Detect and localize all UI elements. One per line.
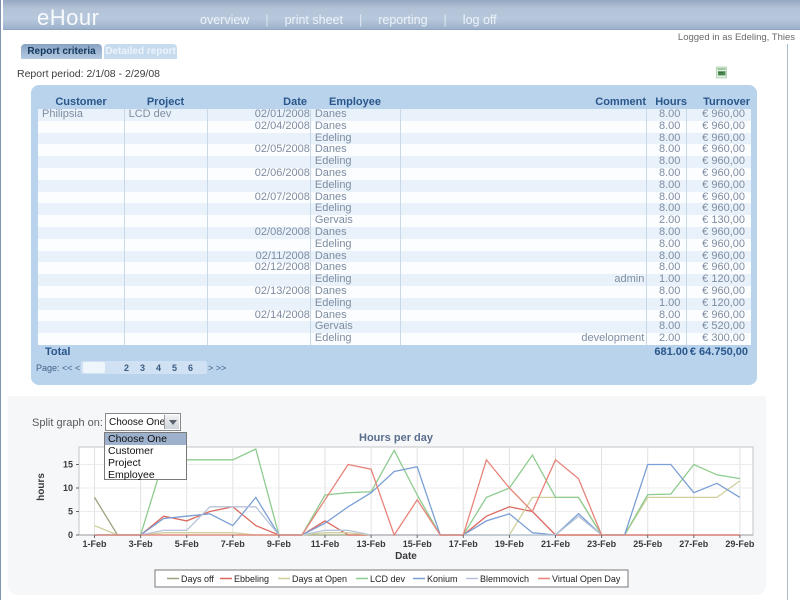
svg-text:Virtual Open Day: Virtual Open Day — [552, 574, 621, 584]
svg-text:LCD dev: LCD dev — [370, 574, 406, 584]
svg-text:15: 15 — [63, 460, 73, 470]
svg-text:hours: hours — [36, 473, 47, 501]
svg-text:1-Feb: 1-Feb — [82, 539, 107, 549]
svg-text:19-Feb: 19-Feb — [495, 539, 525, 549]
svg-text:25-Feb: 25-Feb — [633, 539, 663, 549]
svg-text:23-Feb: 23-Feb — [587, 539, 617, 549]
svg-text:Hours per day: Hours per day — [359, 432, 434, 444]
svg-text:Ebbeling: Ebbeling — [234, 574, 269, 584]
svg-text:Days at Open: Days at Open — [292, 574, 347, 584]
svg-text:29-Feb: 29-Feb — [725, 539, 755, 549]
svg-text:Days off: Days off — [181, 574, 214, 584]
svg-text:3-Feb: 3-Feb — [129, 539, 154, 549]
svg-text:11-Feb: 11-Feb — [311, 539, 340, 549]
svg-text:0: 0 — [68, 530, 73, 540]
svg-text:17-Feb: 17-Feb — [449, 539, 479, 549]
svg-text:21-Feb: 21-Feb — [541, 539, 571, 549]
svg-text:9-Feb: 9-Feb — [267, 539, 292, 549]
svg-text:5: 5 — [68, 507, 73, 517]
svg-text:15-Feb: 15-Feb — [403, 539, 433, 549]
svg-text:5-Feb: 5-Feb — [175, 539, 200, 549]
svg-text:27-Feb: 27-Feb — [679, 539, 709, 549]
svg-text:Blemmovich: Blemmovich — [480, 574, 529, 584]
svg-text:13-Feb: 13-Feb — [357, 539, 387, 549]
svg-text:Date: Date — [395, 551, 417, 562]
svg-text:10: 10 — [63, 483, 73, 493]
svg-text:7-Feb: 7-Feb — [221, 539, 246, 549]
svg-text:Konium: Konium — [427, 574, 458, 584]
